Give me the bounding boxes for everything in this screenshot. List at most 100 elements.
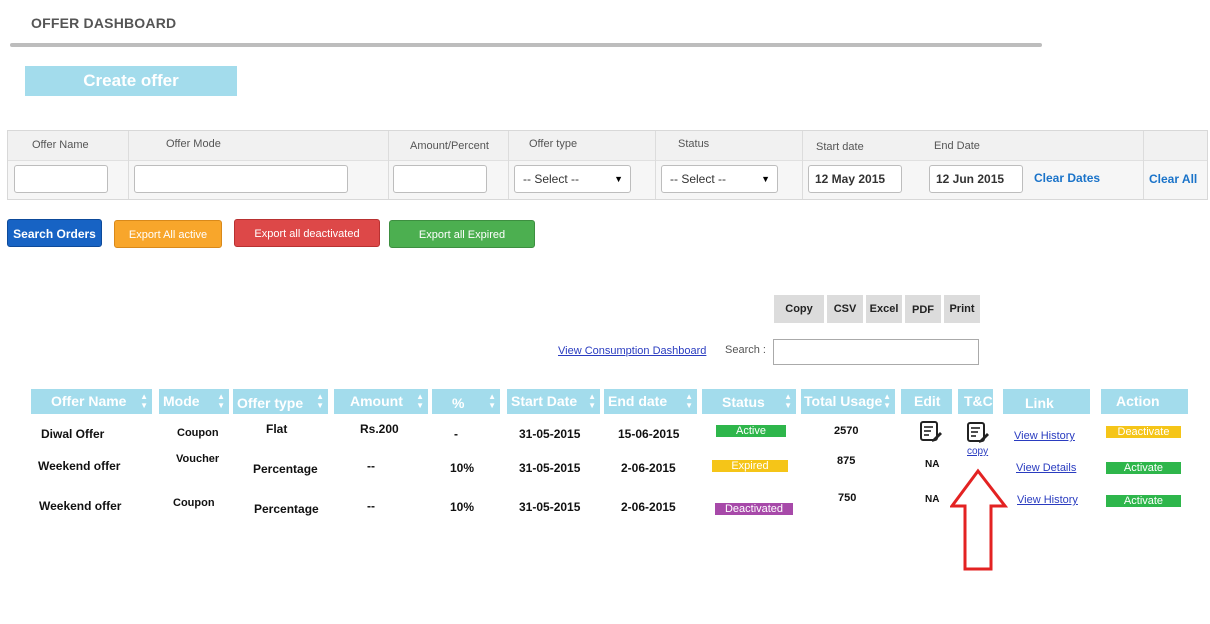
pdf-button[interactable]: PDF [905,295,941,323]
filter-divider [802,131,803,199]
tc-edit-icon[interactable] [966,420,990,444]
row-link[interactable]: View History [1014,430,1075,442]
sort-icon: ▲ ▼ [140,392,148,410]
percent-cell: - [454,427,458,441]
filter-divider [655,131,656,199]
export-expired-button[interactable]: Export all Expired [389,220,535,248]
column-header-offer-name[interactable]: Offer Name ▲ ▼ [31,389,152,414]
chevron-down-icon: ▼ [614,174,623,184]
page-title: OFFER DASHBOARD [31,15,177,31]
filter-panel: Offer Name Offer Mode Amount/Percent Off… [7,130,1208,200]
offer-type-label: Offer type [529,138,578,150]
mode-cell: Voucher [176,453,220,465]
offer-type-cell: Flat [266,422,288,436]
total-usage-cell: 750 [838,492,857,504]
column-header-offer-type[interactable]: Offer type ▲ ▼ [233,389,328,414]
copy-button[interactable]: Copy [774,295,824,323]
search-input[interactable] [773,339,979,365]
column-header-start-date[interactable]: Start Date ▲ ▼ [507,389,600,414]
offer-name-cell: Weekend offer [39,499,122,513]
start-date-input[interactable]: 12 May 2015 [808,165,902,193]
export-active-button[interactable]: Export All active [114,220,222,248]
column-header-amount[interactable]: Amount ▲ ▼ [334,389,428,414]
filter-divider [508,131,509,199]
amount-cell: -- [367,459,375,473]
excel-button[interactable]: Excel [866,295,902,323]
csv-button[interactable]: CSV [827,295,863,323]
column-header-link: Link [1003,389,1090,414]
offer-type-cell: Percentage [254,502,319,516]
sort-icon: ▲ ▼ [416,392,424,410]
sort-icon: ▲ ▼ [588,392,596,410]
amount-cell: -- [367,499,375,513]
status-badge: Expired [712,460,788,472]
amount-cell: Rs.200 [360,422,399,436]
column-header-end-date[interactable]: End date ▲ ▼ [604,389,697,414]
column-header-total-usage[interactable]: Total Usage ▲ ▼ [801,389,895,414]
end-date-cell: 15-06-2015 [618,427,680,441]
filter-divider [1143,131,1144,199]
start-date-cell: 31-05-2015 [519,500,581,514]
activate-button[interactable]: Activate [1106,462,1181,474]
sort-icon: ▲ ▼ [784,392,792,410]
search-orders-button[interactable]: Search Orders [7,219,102,247]
status-select-value: -- Select -- [670,172,727,186]
end-date-label: End Date [934,140,980,152]
start-date-cell: 31-05-2015 [519,427,581,441]
sort-icon: ▲ ▼ [488,392,496,410]
start-date-cell: 31-05-2015 [519,461,581,475]
sort-icon: ▲ ▼ [316,392,324,410]
chevron-down-icon: ▼ [761,174,770,184]
filter-divider [128,131,129,199]
column-header-action: Action [1101,389,1188,414]
offer-name-label: Offer Name [32,139,89,151]
edit-na-cell: NA [925,459,940,470]
amount-percent-label: Amount/Percent [410,140,489,152]
amount-percent-input[interactable] [393,165,487,193]
column-header-status[interactable]: Status ▲ ▼ [702,389,796,414]
tc-copy-link[interactable]: copy [967,446,988,457]
percent-cell: 10% [450,461,475,475]
offer-mode-input[interactable] [134,165,348,193]
status-label: Status [678,138,710,150]
offer-type-select-value: -- Select -- [523,172,580,186]
start-date-label: Start date [816,141,864,153]
column-header-percent[interactable]: % ▲ ▼ [432,389,500,414]
row-link[interactable]: View History [1017,494,1078,506]
mode-cell: Coupon [173,497,215,509]
offer-name-cell: Weekend offer [38,459,121,473]
clear-dates-link[interactable]: Clear Dates [1034,171,1100,185]
edit-note-icon[interactable] [919,419,943,443]
print-button[interactable]: Print [944,295,980,323]
mode-cell: Coupon [177,427,219,439]
total-usage-cell: 2570 [834,425,859,437]
arrow-up-icon [950,468,1008,571]
percent-cell: 10% [450,500,475,514]
offer-name-cell: Diwal Offer [41,427,105,441]
end-date-cell: 2-06-2015 [621,500,676,514]
export-deactivated-button[interactable]: Export all deactivated [234,219,380,247]
column-header-edit: Edit [901,389,952,414]
filter-divider [388,131,389,199]
activate-button[interactable]: Activate [1106,495,1181,507]
create-offer-button[interactable]: Create offer [25,66,237,96]
column-header-tc: T&C [958,389,993,414]
sort-icon: ▲ ▼ [883,392,891,410]
clear-all-link[interactable]: Clear All [1149,172,1197,186]
offer-type-select[interactable]: -- Select -- ▼ [514,165,631,193]
offer-type-cell: Percentage [253,462,318,476]
offer-name-input[interactable] [14,165,108,193]
search-label: Search : [725,344,766,356]
total-usage-cell: 875 [837,455,856,467]
sort-icon: ▲ ▼ [685,392,693,410]
status-select[interactable]: -- Select -- ▼ [661,165,778,193]
column-header-mode[interactable]: Mode ▲ ▼ [159,389,229,414]
edit-na-cell: NA [925,494,940,505]
end-date-cell: 2-06-2015 [621,461,676,475]
sort-icon: ▲ ▼ [217,392,225,410]
deactivate-button[interactable]: Deactivate [1106,426,1181,438]
end-date-input[interactable]: 12 Jun 2015 [929,165,1023,193]
view-consumption-dashboard-link[interactable]: View Consumption Dashboard [558,345,706,357]
row-link[interactable]: View Details [1016,462,1076,474]
title-divider [10,43,1042,47]
